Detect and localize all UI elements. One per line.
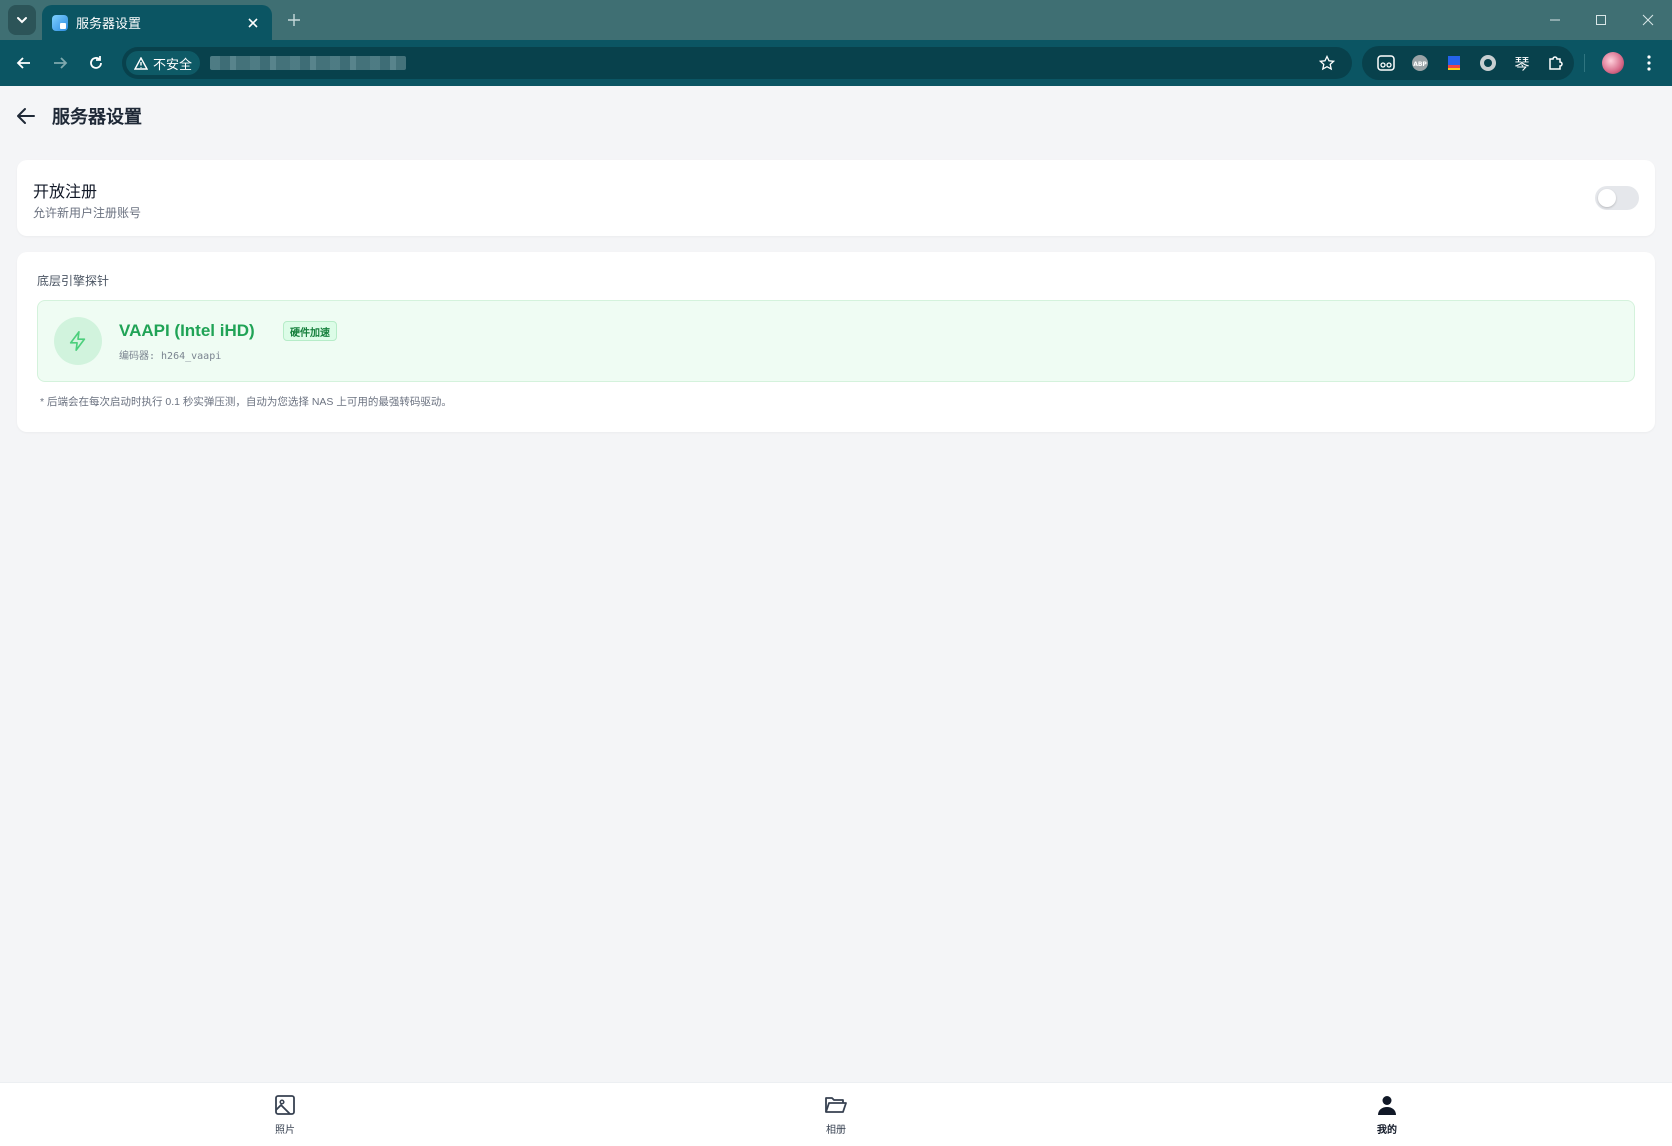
engine-status-box: VAAPI (Intel iHD) 硬件加速 编码器: h264_vaapi <box>37 300 1635 382</box>
more-vertical-icon <box>1647 55 1651 71</box>
registration-toggle[interactable] <box>1595 186 1639 210</box>
record-icon <box>1480 55 1496 71</box>
new-tab-button[interactable] <box>284 10 304 30</box>
arrow-left-icon <box>16 57 30 69</box>
back-button[interactable] <box>11 50 37 76</box>
registration-title: 开放注册 <box>33 184 98 201</box>
lightning-icon <box>69 331 86 351</box>
security-indicator[interactable]: 不安全 <box>126 51 201 75</box>
qin-label: 琴 <box>1514 55 1530 73</box>
minimize-icon <box>1550 19 1560 21</box>
user-icon <box>1375 1093 1399 1117</box>
reload-button[interactable] <box>83 50 109 76</box>
close-icon <box>248 17 258 28</box>
engine-name: VAAPI (Intel iHD) <box>119 321 255 340</box>
security-label: 不安全 <box>153 56 193 72</box>
nav-label: 相册 <box>826 1125 846 1136</box>
puzzle-icon <box>1549 56 1563 70</box>
nav-item-photos[interactable]: 照片 <box>255 1093 315 1139</box>
flag-icon <box>1448 56 1460 70</box>
arrow-left-icon <box>17 108 35 124</box>
nav-label: 照片 <box>275 1125 295 1136</box>
address-bar[interactable]: 不安全 <box>122 47 1352 79</box>
toolbar-separator <box>1584 54 1585 72</box>
reader-extension[interactable] <box>1376 53 1396 73</box>
svg-text:ABP: ABP <box>1413 61 1427 68</box>
page-header: 服务器设置 <box>0 86 1672 146</box>
close-icon <box>1642 14 1654 26</box>
chevron-down-icon <box>17 17 27 24</box>
browser-menu-button[interactable] <box>1638 52 1660 74</box>
maximize-icon <box>1596 15 1606 25</box>
tab-close-button[interactable] <box>244 14 262 32</box>
registration-description: 允许新用户注册账号 <box>33 206 142 220</box>
browser-toolbar: 不安全 ABP 琴 <box>0 40 1672 86</box>
tab-title: 服务器设置 <box>76 16 142 31</box>
folder-open-icon <box>824 1093 848 1117</box>
minimize-button[interactable] <box>1540 8 1570 32</box>
forward-button[interactable] <box>47 50 73 76</box>
nav-label: 我的 <box>1377 1125 1397 1136</box>
extensions-bar: ABP 琴 <box>1362 46 1574 80</box>
bookmark-button[interactable] <box>1316 52 1338 74</box>
image-icon <box>273 1093 297 1117</box>
reload-icon <box>90 56 102 69</box>
page-back-button[interactable] <box>12 102 40 130</box>
registration-card: 开放注册 允许新用户注册账号 <box>17 160 1655 236</box>
engine-icon-circle <box>54 317 102 365</box>
url-text-redacted[interactable] <box>210 56 407 70</box>
plus-icon <box>288 14 300 26</box>
tab-search-button[interactable] <box>8 5 36 35</box>
star-icon <box>1319 55 1335 71</box>
extensions-button[interactable] <box>1546 53 1566 73</box>
reader-icon <box>1377 55 1395 71</box>
flag-extension[interactable] <box>1444 53 1464 73</box>
favicon-icon <box>52 14 68 31</box>
probe-note: * 后端会在每次启动时执行 0.1 秒实弹压测，自动为您选择 NAS 上可用的最… <box>40 396 452 408</box>
window-close-button[interactable] <box>1633 8 1663 32</box>
record-extension[interactable] <box>1478 53 1498 73</box>
encoder-label: 编码器: h264_vaapi <box>119 351 222 362</box>
adblock-extension[interactable]: ABP <box>1410 53 1430 73</box>
maximize-button[interactable] <box>1586 8 1616 32</box>
probe-section-title: 底层引擎探针 <box>37 274 110 288</box>
page-title: 服务器设置 <box>52 107 142 127</box>
nav-item-albums[interactable]: 相册 <box>806 1093 866 1139</box>
profile-avatar[interactable] <box>1602 52 1624 74</box>
hardware-acceleration-badge: 硬件加速 <box>283 321 337 341</box>
browser-tab[interactable]: 服务器设置 <box>42 5 272 40</box>
abp-icon: ABP <box>1412 55 1428 71</box>
engine-probe-card: 底层引擎探针 VAAPI (Intel iHD) 硬件加速 编码器: h264_… <box>17 252 1655 432</box>
bottom-navigation: 照片 相册 我的 <box>0 1082 1672 1146</box>
qin-extension[interactable]: 琴 <box>1512 53 1532 73</box>
warning-icon <box>134 56 148 70</box>
toggle-knob <box>1598 189 1616 207</box>
browser-titlebar: 服务器设置 <box>0 0 1672 40</box>
arrow-right-icon <box>54 57 68 69</box>
nav-item-me[interactable]: 我的 <box>1357 1093 1417 1139</box>
